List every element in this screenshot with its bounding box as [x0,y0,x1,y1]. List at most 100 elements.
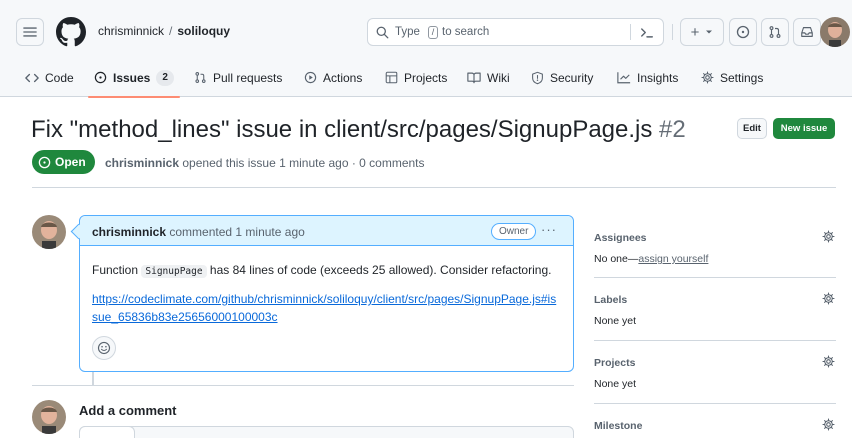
assignees-title: Assignees [594,232,647,244]
comment-timestamp[interactable]: commented 1 minute ago [169,225,304,239]
status-badge: Open [32,150,95,174]
tab-actions-label: Actions [323,70,363,85]
sidebar-labels: Labels None yet [594,292,836,334]
issue-title-text: Fix "method_lines" issue in client/src/p… [31,116,653,143]
comment-card: chrisminnick commented 1 minute ago Owne… [79,215,574,372]
github-logo-icon[interactable] [56,17,86,47]
header-divider [672,24,673,40]
comment-header: chrisminnick commented 1 minute ago Owne… [80,216,573,246]
tab-write[interactable] [79,426,135,438]
add-reaction-button[interactable] [92,336,116,360]
repo-name-link[interactable]: soliloquy [177,24,230,38]
play-icon [304,71,317,84]
edit-button[interactable]: Edit [737,118,767,139]
tab-wiki[interactable]: Wiki [467,58,510,97]
tab-pull-requests[interactable]: Pull requests [194,58,282,97]
comment-editor[interactable] [79,426,574,438]
code-icon [25,73,39,82]
divider [32,187,836,188]
inbox-icon [801,27,813,37]
app-header: chrisminnick / soliloquy Type / to searc… [0,0,852,98]
plus-icon: + [690,23,700,41]
issue-opened-icon [94,71,107,84]
shield-icon [532,71,543,84]
comment-text-prefix: Function [92,263,139,277]
book-icon [467,72,481,84]
smiley-icon [97,341,111,355]
tab-issues[interactable]: Issues 2 [88,58,180,98]
projects-value: None yet [594,378,637,390]
issues-count-badge: 2 [156,69,174,86]
search-icon [376,26,389,39]
issues-button[interactable] [729,18,757,46]
issue-author-link[interactable]: chrisminnick [105,156,179,170]
issue-title: Fix "method_lines" issue in client/src/p… [31,116,686,144]
issue-meta-text: opened this issue 1 minute ago · 0 comme… [182,156,425,170]
assign-yourself-link[interactable]: assign yourself [638,253,708,265]
hamburger-icon [23,27,37,37]
tab-wiki-label: Wiki [487,70,510,85]
inbox-button[interactable] [793,18,821,46]
divider [32,385,574,386]
divider [594,340,836,341]
sidebar-milestone: Milestone [594,418,836,438]
gear-icon[interactable] [822,230,835,243]
codeclimate-link[interactable]: https://codeclimate.com/github/chrisminn… [92,290,562,326]
labels-value: None yet [594,315,637,327]
current-user-avatar[interactable] [32,400,66,434]
divider [594,277,836,278]
tab-issues-label: Issues [113,70,151,85]
chevron-down-icon [706,30,713,34]
search-placeholder-prefix: Type [395,26,420,38]
assignees-none: No one— [594,253,639,265]
divider [594,403,836,404]
assignees-value: No one—assign yourself [594,253,708,265]
sidebar-assignees: Assignees No one—assign yourself [594,230,836,292]
comment-author-avatar[interactable] [32,215,66,249]
search-placeholder-suffix: to search [442,26,490,38]
issue-number: #2 [659,116,686,143]
tab-settings[interactable]: Settings [701,58,763,97]
repo-owner-link[interactable]: chrisminnick [98,24,164,38]
tab-security-label: Security [550,70,594,85]
comment-author-link[interactable]: chrisminnick [92,225,166,239]
owner-badge: Owner [491,223,537,240]
tab-insights[interactable]: Insights [617,58,678,97]
graph-icon [617,72,631,84]
breadcrumb-separator: / [169,24,173,38]
timeline-connector [92,372,94,385]
tab-insights-label: Insights [637,70,679,85]
command-palette-icon[interactable] [640,26,654,39]
tab-projects-label: Projects [404,70,448,85]
user-avatar[interactable] [820,17,850,47]
labels-title: Labels [594,294,628,306]
gear-icon[interactable] [822,292,835,305]
pull-requests-button[interactable] [761,18,789,46]
menu-button[interactable] [16,18,44,46]
search-divider [630,24,631,40]
gear-icon[interactable] [822,418,835,431]
gear-icon[interactable] [822,355,835,368]
git-pull-request-icon [769,26,781,38]
git-pull-request-icon [195,72,206,83]
new-issue-button[interactable]: New issue [773,118,835,139]
comment-byline: chrisminnick commented 1 minute ago [92,225,305,239]
tab-actions[interactable]: Actions [304,58,362,97]
tab-settings-label: Settings [720,70,764,85]
tab-security[interactable]: Security [531,58,593,97]
milestone-title: Milestone [594,420,643,432]
table-icon [385,71,398,84]
issue-opened-icon [736,25,750,39]
breadcrumb: chrisminnick / soliloquy [98,24,230,38]
create-new-button[interactable]: + [680,18,724,46]
tab-projects[interactable]: Projects [385,58,447,97]
sidebar-projects: Projects None yet [594,355,836,397]
projects-title: Projects [594,357,636,369]
tab-pull-requests-label: Pull requests [213,70,283,85]
search-input[interactable]: Type / to search [367,18,664,46]
tab-code[interactable]: Code [25,58,74,97]
comment-text-suffix: has 84 lines of code (exceeds 25 allowed… [209,263,552,277]
kebab-menu-icon[interactable]: ··· [541,222,557,237]
search-shortcut-key: / [428,26,438,39]
comment-code: SignupPage [141,265,207,278]
